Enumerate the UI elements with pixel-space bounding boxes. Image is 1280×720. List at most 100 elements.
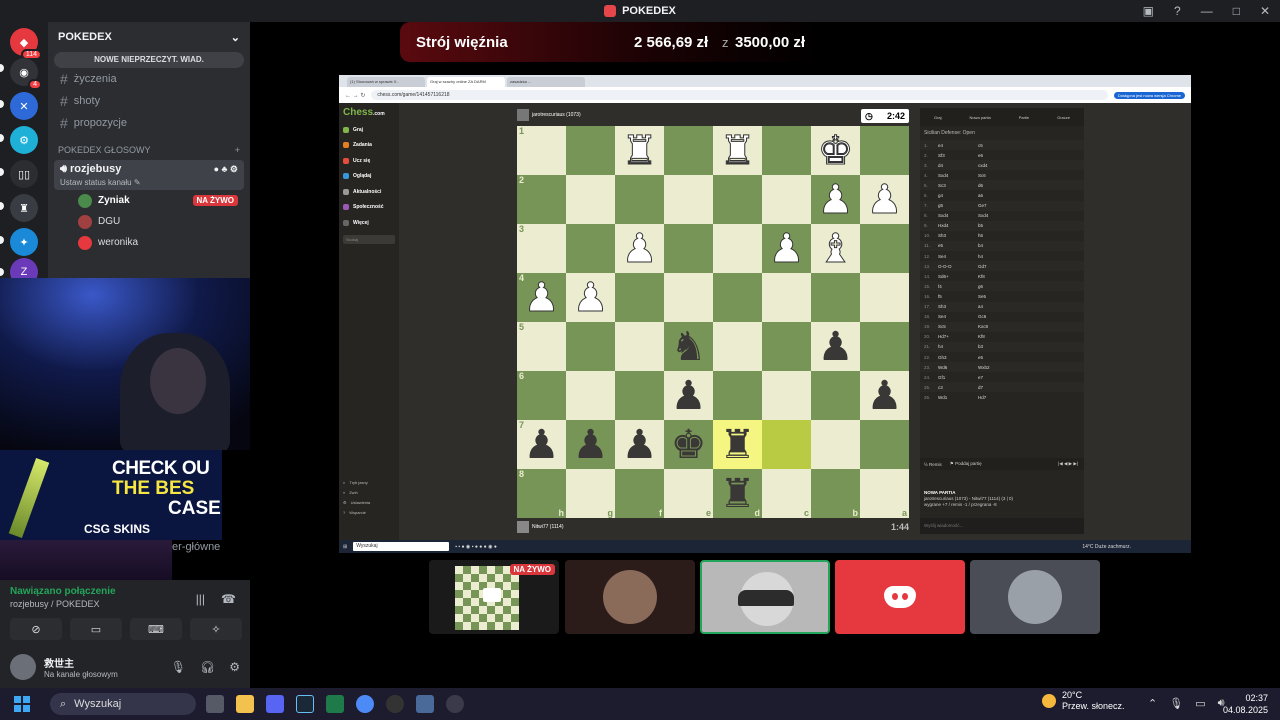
avatar[interactable] [10,654,36,680]
move-notation[interactable]: b3 [978,344,1018,349]
move-notation[interactable]: cxd4 [978,163,1018,168]
move-notation[interactable]: g6 [978,284,1018,289]
nav-collapse[interactable]: «Zwiń [339,488,399,498]
board-square[interactable]: ♟ [762,224,811,273]
nav-ucz-sie[interactable]: Ucz się [339,153,399,169]
nav-ogladaj[interactable]: Oglądaj [339,169,399,185]
server-5[interactable]: ▯▯ [10,160,38,188]
move-navigation-icon[interactable]: |◀ ◀ ▶ ▶| [1058,461,1078,467]
clock[interactable]: 02:37 04.08.2025 [1223,692,1268,716]
move-notation[interactable]: e5 [978,355,1018,360]
white-pawn-piece[interactable]: ♟ [572,277,609,318]
board-square[interactable]: ♟ [615,420,664,469]
black-rook-piece[interactable]: ♜ [720,474,756,514]
avatar[interactable] [517,109,529,121]
close-button[interactable]: ✕ [1260,4,1270,18]
voice-user-dgu[interactable]: DGU [48,211,250,232]
move-notation[interactable]: Gc6 [978,314,1018,319]
server-4[interactable]: ⚙ [10,126,38,154]
file-explorer-icon[interactable] [236,695,254,713]
board-square[interactable] [566,322,615,371]
move-notation[interactable]: b4 [978,243,1018,248]
gear-icon[interactable]: ⚙ [229,660,240,674]
move-notation[interactable]: e6 [978,153,1018,158]
move-notation[interactable]: Ge7 [978,203,1018,208]
move-notation[interactable]: h4 [938,344,978,349]
bottom-player-name[interactable]: Nitwi77 (1114) [532,524,564,530]
inner-search[interactable]: Wyszukaj [353,542,450,551]
steam-icon[interactable] [296,695,314,713]
panel-tab-play[interactable]: Graj [934,115,942,120]
board-square[interactable]: ♟ [811,175,860,224]
new-unread-messages-pill[interactable]: NOWE NIEPRZECZYT. WIAD. [54,52,244,68]
move-notation[interactable]: Gd7 [978,264,1018,269]
browser-tab-active[interactable]: Graj w szachy online ZA DARM [427,77,505,87]
camera-off-button[interactable]: ⊘ [10,618,62,640]
server-6[interactable]: ♜ [10,194,38,222]
board-square[interactable]: 4 ♟ [517,273,566,322]
move-notation[interactable]: Wd6 [938,365,978,370]
move-notation[interactable]: O-O-O [938,264,978,269]
app-icon[interactable] [446,695,464,713]
board-square[interactable]: ♜ [713,126,762,175]
move-notation[interactable]: d6 [978,183,1018,188]
move-notation[interactable]: g5 [938,203,978,208]
nav-graj[interactable]: Graj [339,122,399,138]
move-notation[interactable]: c5 [978,143,1018,148]
black-pawn-piece[interactable]: ♟ [818,327,854,367]
board-square[interactable]: 3 [517,224,566,273]
move-notation[interactable]: Se4 [938,314,978,319]
inner-weather[interactable]: 14°C Duże zachmurz. [1082,544,1131,550]
board-square[interactable] [762,126,811,175]
share-screen-button[interactable]: ▭ [70,618,122,640]
voice-channel-actions[interactable]: ● ♣ ⚙ [214,164,238,175]
board-square[interactable] [713,322,762,371]
taskbar-search[interactable]: ⌕ Wyszukaj [50,693,196,715]
browser-tab[interactable]: zasadzka ... [507,77,585,87]
board-square[interactable]: ♟ [566,420,615,469]
board-square[interactable] [566,224,615,273]
move-notation[interactable]: e5 [938,243,978,248]
voice-category[interactable]: POKEDEX GŁOSOWY + [48,142,250,158]
board-square[interactable] [860,273,909,322]
move-notation[interactable]: Se5 [978,294,1018,299]
black-pawn-piece[interactable]: ♟ [671,376,707,416]
black-pawn-piece[interactable]: ♟ [622,425,658,465]
voice-user-zyniak[interactable]: Zyniak NA ŻYWO [48,190,250,211]
board-square[interactable]: g [566,469,615,518]
participant-tile[interactable] [970,560,1100,634]
disconnect-icon[interactable]: ☎ [221,592,236,606]
board-square[interactable] [811,420,860,469]
board-square[interactable] [566,126,615,175]
board-square[interactable] [860,420,909,469]
task-view-icon[interactable] [206,695,224,713]
chat-input[interactable]: Wyślij wiadomość... [920,518,1084,534]
nav-wiecej[interactable]: Więcej [339,215,399,231]
move-notation[interactable]: Kxc8 [978,324,1018,329]
help-icon[interactable]: ? [1174,4,1181,18]
board-square[interactable]: 5 [517,322,566,371]
board-square[interactable] [860,322,909,371]
board-square[interactable]: e [664,469,713,518]
black-pawn-piece[interactable]: ♟ [867,376,903,416]
board-square[interactable]: 6 [517,371,566,420]
board-square[interactable] [811,273,860,322]
board-square[interactable] [664,273,713,322]
nav-light-mode[interactable]: ◐ Tryb jasny [339,478,399,488]
move-notation[interactable]: h5 [978,233,1018,238]
voice-user-weronika[interactable]: weronika [48,232,250,253]
move-notation[interactable]: f4 [938,284,978,289]
microphone-icon[interactable]: 🎙︎ [1169,697,1183,710]
windows-icon[interactable]: ⊞ [343,544,347,550]
network-icon[interactable]: ▭ [1195,697,1205,710]
move-notation[interactable]: Sd6+ [938,274,978,279]
move-notation[interactable]: Sf3 [938,153,978,158]
move-notation[interactable]: f5 [938,294,978,299]
white-rook-piece[interactable]: ♜ [719,130,756,171]
board-square[interactable] [566,175,615,224]
channel-name-fragment[interactable]: er-główne [172,541,220,553]
move-notation[interactable]: Kf8 [978,274,1018,279]
participant-tile[interactable] [835,560,965,634]
board-square[interactable] [713,224,762,273]
server-pokedex[interactable]: ◆ 114 [10,28,42,60]
